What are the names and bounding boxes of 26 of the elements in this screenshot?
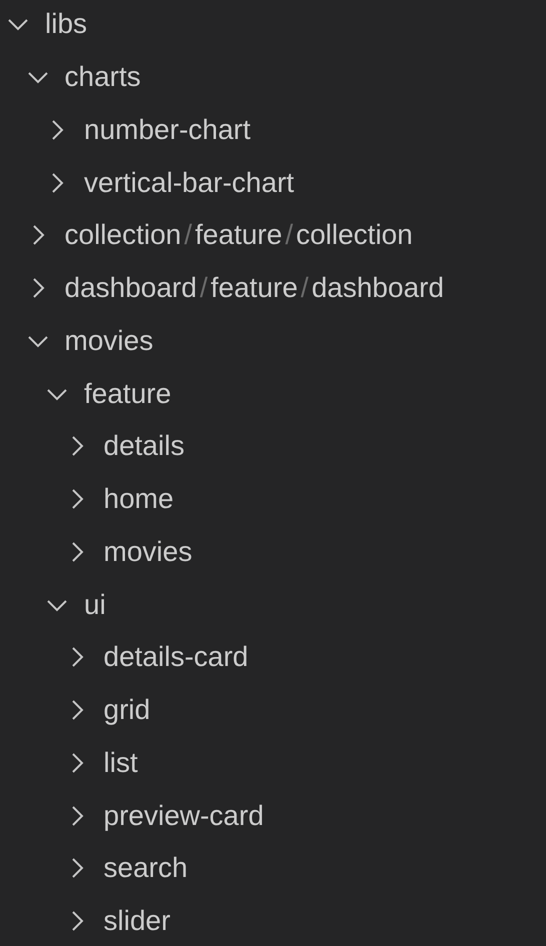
folder-name[interactable]: details-card: [104, 643, 248, 672]
folder-name[interactable]: movies: [64, 326, 154, 355]
folder-name[interactable]: home: [104, 485, 174, 514]
folder-name[interactable]: dashboard: [64, 274, 197, 302]
folder-name[interactable]: vertical-bar-chart: [84, 168, 294, 197]
folder-name[interactable]: feature: [210, 274, 298, 302]
folder-name[interactable]: dashboard: [312, 274, 444, 302]
folder-name[interactable]: feature: [84, 380, 172, 408]
path-separator: /: [300, 274, 310, 302]
folder-name[interactable]: feature: [195, 221, 282, 250]
folder-name[interactable]: number-chart: [84, 116, 251, 144]
folder-name[interactable]: collection: [64, 221, 182, 250]
folder-name[interactable]: search: [104, 854, 188, 882]
folder-name[interactable]: details: [104, 432, 184, 460]
folder-name[interactable]: movies: [104, 538, 192, 566]
path-separator: /: [183, 221, 194, 250]
folder-name[interactable]: list: [104, 748, 138, 777]
folder-name[interactable]: grid: [104, 696, 150, 724]
folder-name[interactable]: preview-card: [104, 802, 264, 830]
folder-name[interactable]: slider: [104, 907, 170, 936]
folder-name[interactable]: collection: [296, 221, 413, 250]
path-separator: /: [198, 274, 209, 302]
path-separator: /: [284, 221, 294, 250]
folder-name[interactable]: ui: [84, 590, 106, 619]
folder-name[interactable]: charts: [64, 63, 141, 92]
folder-name[interactable]: libs: [45, 10, 88, 38]
